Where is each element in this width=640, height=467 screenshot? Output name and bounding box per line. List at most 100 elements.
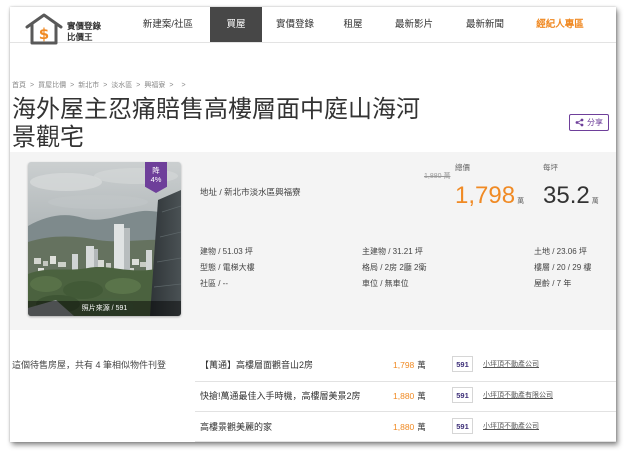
similar-price-unit: 萬 [417, 391, 426, 401]
similar-price-value: 1,880 [393, 422, 415, 432]
detail-value: 31.21 坪 [392, 247, 423, 256]
detail-label: 社區 [200, 279, 216, 288]
detail-label: 車位 [362, 279, 378, 288]
detail-label: 土地 [534, 247, 550, 256]
field-separator: / [386, 247, 393, 256]
source-badge-591[interactable]: 591 [452, 387, 473, 403]
breadcrumb-item-area[interactable]: 興福寮 [144, 82, 165, 89]
discount-badge: 降 4% [145, 162, 167, 193]
breadcrumb-item-buy-compare[interactable]: 買屋比價 [38, 82, 66, 89]
field-separator: / [550, 263, 557, 272]
detail-label: 建物 [200, 247, 216, 256]
detail-value: 電梯大樓 [222, 263, 255, 272]
site-logo[interactable]: $ 實價登錄 比價王 [24, 11, 124, 47]
similar-price-unit: 萬 [417, 360, 426, 370]
similar-listing-row: 高樓景觀美麗的家 1,880 萬 591 小坪頂不動產公司 [10, 418, 616, 436]
detail-value: 51.03 坪 [222, 247, 253, 256]
breadcrumb-separator: > [169, 82, 174, 89]
field-separator: / [216, 247, 223, 256]
field-separator: / [378, 279, 385, 288]
breadcrumb-item-home[interactable]: 首頁 [12, 82, 26, 89]
similar-price-value: 1,880 [393, 391, 415, 401]
agent-link[interactable]: 小坪頂不動產公司 [483, 356, 539, 374]
top-nav: $ 實價登錄 比價王 新建案/社區 買屋 實價登錄 租屋 最新影片 最新新聞 經… [10, 7, 616, 45]
detail-value: 23.06 坪 [556, 247, 587, 256]
detail-label: 格局 [362, 263, 378, 272]
logo-subtitle: 比價王 [67, 32, 93, 42]
address-value: 新北市淡水區興福寮 [224, 187, 301, 197]
address-field: 地址 / 新北市淡水區興福寮 [200, 186, 301, 198]
detail-value: 無車位 [384, 279, 409, 288]
unit-price: 35.2 萬 [543, 183, 599, 215]
source-badge-591[interactable]: 591 [452, 418, 473, 434]
detail-community: 社區 / -- [200, 278, 228, 290]
original-price: 1,880 萬 [424, 173, 451, 180]
nav-item-new-projects[interactable]: 新建案/社區 [138, 7, 198, 42]
breadcrumb-item-district[interactable]: 淡水區 [111, 82, 132, 89]
detail-land-area: 土地 / 23.06 坪 [534, 246, 587, 258]
field-separator: / [216, 279, 223, 288]
nav-item-news[interactable]: 最新新聞 [455, 7, 515, 42]
row-divider [195, 381, 616, 382]
detail-floor: 樓層 / 20 / 29 樓 [534, 262, 591, 274]
similar-price-value: 1,798 [393, 360, 415, 370]
agent-link[interactable]: 小坪頂不動產公司 [483, 418, 539, 436]
detail-label: 型態 [200, 263, 216, 272]
similar-listing-price: 1,798 萬 [393, 356, 426, 374]
similar-listing-title[interactable]: 快搶!萬通最佳入手時機，高樓層美景2房 [200, 387, 361, 405]
detail-building-area: 建物 / 51.03 坪 [200, 246, 253, 258]
similar-listing-price: 1,880 萬 [393, 387, 426, 405]
nav-item-buy[interactable]: 買屋 [210, 7, 262, 42]
row-divider [195, 441, 616, 442]
similar-listing-title[interactable]: 高樓景觀美麗的家 [200, 418, 272, 436]
breadcrumb-item-city[interactable]: 新北市 [78, 82, 99, 89]
house-dollar-icon: $ [25, 13, 63, 45]
nav-item-agent-zone[interactable]: 經紀人專區 [527, 7, 593, 42]
total-price-unit: 萬 [517, 198, 525, 205]
detail-layout: 格局 / 2房 2廳 2衛 [362, 262, 426, 274]
discount-badge-label: 降 [152, 166, 160, 175]
share-button[interactable]: 分享 [569, 114, 609, 131]
detail-label: 樓層 [534, 263, 550, 272]
page: $ 實價登錄 比價王 新建案/社區 買屋 實價登錄 租屋 最新影片 最新新聞 經… [10, 7, 616, 442]
nav-item-rent[interactable]: 租屋 [327, 7, 379, 42]
breadcrumb-separator: > [70, 82, 75, 89]
detail-value: -- [222, 279, 228, 288]
field-separator: / [550, 279, 557, 288]
detail-age: 屋齡 / 7 年 [534, 278, 571, 290]
logo-text: 實價登錄 比價王 [67, 21, 101, 43]
similar-price-unit: 萬 [417, 422, 426, 432]
similar-listing-title[interactable]: 【萬通】高樓層面觀音山2房 [200, 356, 313, 374]
similar-listing-row: 【萬通】高樓層面觀音山2房 1,798 萬 591 小坪頂不動產公司 [10, 356, 616, 374]
breadcrumb-separator: > [103, 82, 108, 89]
breadcrumb-separator: > [30, 82, 35, 89]
field-separator: / [550, 247, 557, 256]
logo-title: 實價登錄 [67, 21, 102, 31]
detail-building-type: 型態 / 電梯大樓 [200, 262, 255, 274]
detail-label: 主建物 [362, 247, 386, 256]
unit-price-unit: 萬 [591, 198, 599, 205]
similar-listing-price: 1,880 萬 [393, 418, 426, 436]
unit-price-value: 35.2 [543, 182, 590, 209]
discount-badge-value: 4% [150, 175, 162, 184]
nav-item-videos[interactable]: 最新影片 [384, 7, 444, 42]
detail-label: 屋齡 [534, 279, 550, 288]
breadcrumb-separator: > [136, 82, 141, 89]
row-divider [195, 411, 616, 412]
nav-item-price-register[interactable]: 實價登錄 [269, 7, 321, 42]
logo-dollar-symbol: $ [39, 25, 49, 43]
total-price-value: 1,798 [455, 182, 516, 209]
photo-caption: 照片來源 / 591 [28, 301, 181, 316]
breadcrumb-separator: > [181, 82, 186, 89]
agent-link[interactable]: 小坪頂不動產有限公司 [483, 387, 553, 405]
share-label: 分享 [587, 118, 603, 127]
unit-price-label: 每坪 [543, 163, 558, 172]
source-badge-591[interactable]: 591 [452, 356, 473, 372]
similar-listing-row: 快搶!萬通最佳入手時機，高樓層美景2房 1,880 萬 591 小坪頂不動產有限公… [10, 387, 616, 405]
listing-photo[interactable]: 降 4% 照片來源 / 591 [28, 162, 181, 316]
detail-parking: 車位 / 無車位 [362, 278, 409, 290]
detail-value: 7 年 [556, 279, 572, 288]
breadcrumb: 首頁 > 買屋比價 > 新北市 > 淡水區 > 興福寮 > > [12, 81, 190, 91]
field-separator: / [216, 263, 223, 272]
address-label: 地址 [200, 187, 218, 197]
